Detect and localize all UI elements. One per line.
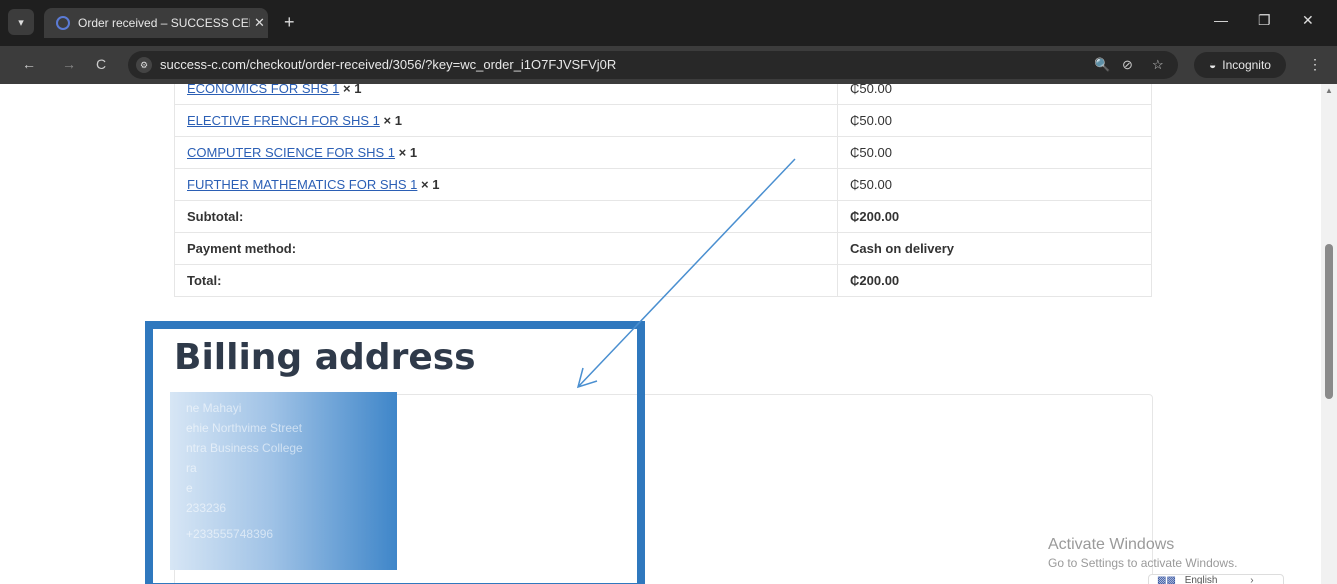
incognito-indicator[interactable]: ◒ Incognito [1194, 52, 1286, 78]
forward-button[interactable]: → [62, 56, 76, 72]
new-tab-button[interactable]: + [284, 12, 295, 33]
incognito-label: Incognito [1222, 58, 1271, 72]
site-favicon-icon [56, 16, 70, 30]
tracking-protection-icon[interactable]: ⊘ [1122, 57, 1133, 73]
back-button[interactable]: ← [22, 56, 36, 72]
scrollbar-thumb[interactable] [1325, 244, 1333, 399]
minimize-button[interactable]: — [1214, 12, 1228, 28]
active-tab[interactable]: Order received – SUCCESS CEN ✕ [44, 8, 268, 38]
scroll-up-icon[interactable]: ▲ [1325, 86, 1333, 95]
vertical-scrollbar[interactable]: ▲ [1321, 84, 1337, 584]
tab-search-button[interactable]: ▾ [8, 9, 34, 35]
bookmark-star-icon[interactable]: ☆ [1152, 57, 1164, 73]
site-info-icon[interactable]: ⚙ [136, 57, 152, 73]
window-close-button[interactable]: ✕ [1302, 12, 1314, 29]
browser-titlebar: ▾ Order received – SUCCESS CEN ✕ + — ❐ ✕ [0, 0, 1337, 46]
incognito-icon: ◒ [1209, 58, 1217, 72]
reload-button[interactable]: C [96, 56, 106, 72]
browser-toolbar: ← → C ⚙ success-c.com/checkout/order-rec… [0, 46, 1337, 84]
annotation-arrow [576, 158, 796, 389]
page-viewport: ECONOMICS FOR SHS 1 × 1 ₵50.00 ELECTIVE … [0, 84, 1321, 584]
tab-close-icon[interactable]: ✕ [254, 15, 265, 31]
restore-button[interactable]: ❐ [1258, 12, 1271, 29]
browser-menu-icon[interactable]: ⋮ [1308, 56, 1322, 73]
zoom-icon[interactable]: 🔍 [1094, 57, 1110, 73]
url-text[interactable]: success-c.com/checkout/order-received/30… [160, 57, 616, 72]
tab-title: Order received – SUCCESS CEN [78, 16, 250, 30]
address-bar[interactable]: ⚙ success-c.com/checkout/order-received/… [128, 51, 1178, 79]
